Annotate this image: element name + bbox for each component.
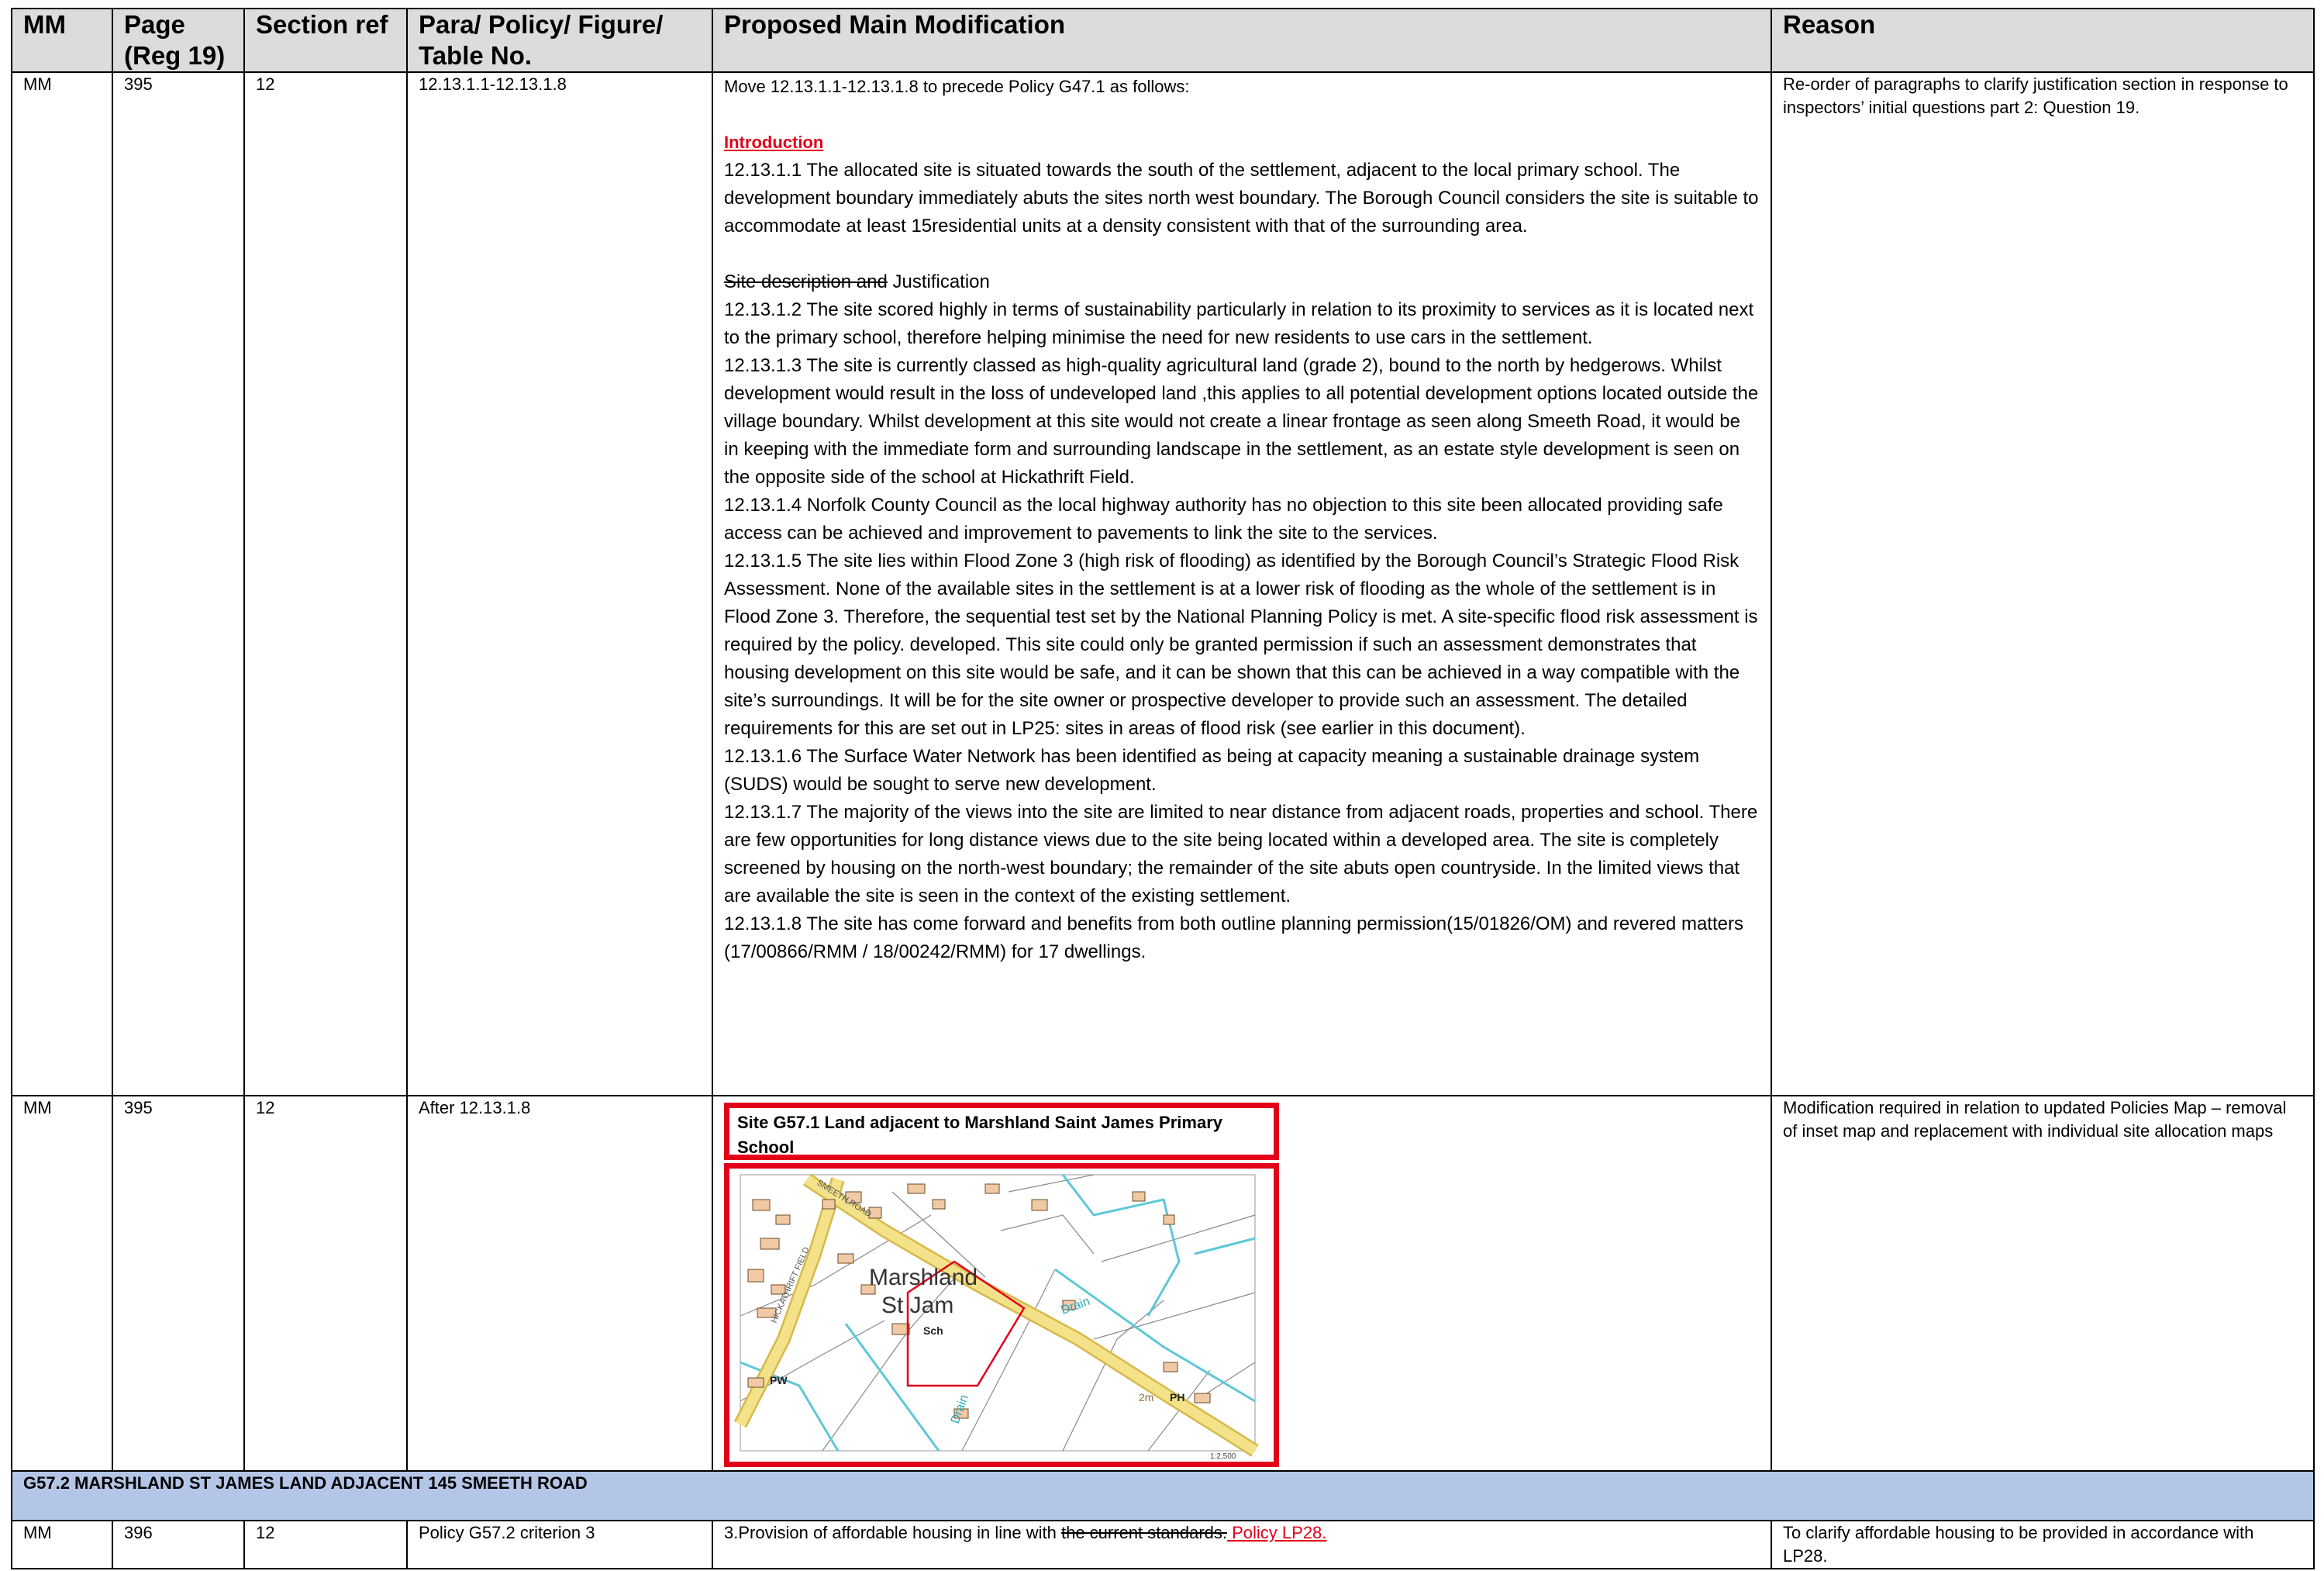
main-modifications-table: MM Page (Reg 19) Section ref Para/ Polic… <box>11 8 2315 1569</box>
place-name-2: St Jam <box>881 1293 953 1318</box>
justification-heading: Site description and Justification <box>724 268 1760 296</box>
row-modification: 3.Provision of affordable housing in lin… <box>712 1520 1772 1569</box>
row-mm: MM <box>11 71 113 1096</box>
place-name-1: Marshland <box>869 1265 978 1290</box>
paragraph-12-13-1-2: 12.13.1.2 The site scored highly in term… <box>724 299 1754 348</box>
row-para: 12.13.1.1-12.13.1.8 <box>406 71 713 1096</box>
row-section: 12 <box>243 1520 408 1569</box>
row-modification: Move 12.13.1.1-12.13.1.8 to precede Poli… <box>712 71 1772 1096</box>
header-page: Page (Reg 19) <box>112 8 245 73</box>
site-title-box: Site G57.1 Land adjacent to Marshland Sa… <box>724 1103 1279 1160</box>
deleted-text: the current standards. <box>1060 1523 1227 1542</box>
row-mm: MM <box>11 1520 113 1569</box>
row-para: After 12.13.1.8 <box>406 1095 713 1472</box>
row-modification: Site G57.1 Land adjacent to Marshland Sa… <box>712 1095 1772 1472</box>
width-label: 2m <box>1139 1391 1153 1404</box>
table-row: MM 396 12 Policy G57.2 criterion 3 3.Pro… <box>11 1520 2315 1569</box>
paragraph-12-13-1-3: 12.13.1.3 The site is currently classed … <box>724 355 1759 488</box>
criterion-text: 3.Provision of affordable housing in lin… <box>724 1523 1061 1542</box>
pw-label: PW <box>770 1374 788 1386</box>
paragraph-12-13-1-8: 12.13.1.8 The site has come forward and … <box>724 913 1743 962</box>
paragraph-12-13-1-5: 12.13.1.5 The site lies within Flood Zon… <box>724 551 1758 739</box>
row-reason: Modification required in relation to upd… <box>1771 1095 2315 1472</box>
inserted-text: Policy LP28. <box>1227 1523 1327 1542</box>
paragraph-12-13-1-1: 12.13.1.1 The allocated site is situated… <box>724 160 1759 237</box>
row-section: 12 <box>243 1095 408 1472</box>
row-page: 395 <box>112 71 245 1096</box>
school-label: Sch <box>923 1324 943 1337</box>
header-proposed-modification: Proposed Main Modification <box>712 8 1772 73</box>
header-section-ref: Section ref <box>243 8 408 73</box>
row-section: 12 <box>243 71 408 1096</box>
row-reason: To clarify affordable housing to be prov… <box>1771 1520 2315 1569</box>
site-map: Marshland St Jam Drain Drain PW PH Sch 2… <box>724 1163 1279 1467</box>
site-map-drawing: Marshland St Jam Drain Drain PW PH Sch 2… <box>733 1173 1259 1461</box>
paragraph-12-13-1-4: 12.13.1.4 Norfolk County Council as the … <box>724 495 1723 544</box>
header-mm: MM <box>11 8 113 73</box>
table-row: MM 395 12 After 12.13.1.8 Site G57.1 Lan… <box>11 1095 2315 1472</box>
header-reason: Reason <box>1771 8 2315 73</box>
row-page: 395 <box>112 1095 245 1472</box>
section-header: G57.2 MARSHLAND ST JAMES LAND ADJACENT 1… <box>11 1470 2315 1521</box>
map-scale: 1:2,500 <box>1210 1452 1236 1461</box>
justification-label: Justification <box>887 271 990 292</box>
row-para: Policy G57.2 criterion 3 <box>406 1520 713 1569</box>
site-allocation-figure: Site G57.1 Land adjacent to Marshland Sa… <box>724 1103 1279 1467</box>
row-mm: MM <box>11 1095 113 1472</box>
move-instruction: Move 12.13.1.1-12.13.1.8 to precede Poli… <box>724 77 1190 96</box>
header-para-policy: Para/ Policy/ Figure/ Table No. <box>406 8 713 73</box>
header-row: MM Page (Reg 19) Section ref Para/ Polic… <box>11 8 2315 73</box>
row-page: 396 <box>112 1520 245 1569</box>
deleted-text: Site description and <box>724 271 888 292</box>
ph-label: PH <box>1170 1391 1184 1404</box>
row-reason: Re-order of paragraphs to clarify justif… <box>1771 71 2315 1096</box>
section-header-row: G57.2 MARSHLAND ST JAMES LAND ADJACENT 1… <box>11 1470 2315 1521</box>
paragraph-12-13-1-6: 12.13.1.6 The Surface Water Network has … <box>724 746 1700 795</box>
table-row: MM 395 12 12.13.1.1-12.13.1.8 Move 12.13… <box>11 71 2315 1096</box>
introduction-heading: Introduction <box>724 133 824 152</box>
paragraph-12-13-1-7: 12.13.1.7 The majority of the views into… <box>724 802 1758 906</box>
